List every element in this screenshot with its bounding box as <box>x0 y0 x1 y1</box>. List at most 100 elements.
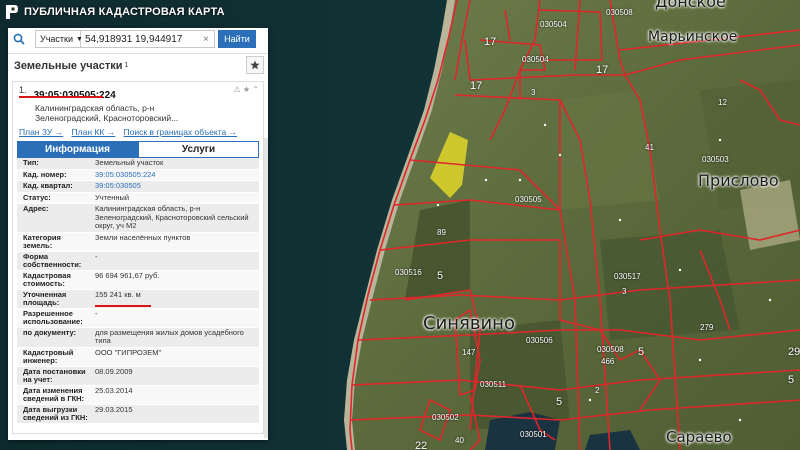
property-key: Статус: <box>23 192 51 202</box>
link-plan-kk[interactable]: План КК → <box>72 127 116 137</box>
panel-scrollbar[interactable] <box>264 138 268 438</box>
property-row: Тип: Земельный участок <box>17 158 259 170</box>
parcel-number: 22 <box>415 440 428 450</box>
favorite-button[interactable] <box>246 56 264 74</box>
property-row: Категория земель: Земли населённых пункто… <box>17 232 259 252</box>
result-address-line: Зеленоградский, Красноторовский... <box>35 113 179 123</box>
tab-services[interactable]: Услуги <box>138 141 259 158</box>
star-icon[interactable]: ★ <box>243 85 250 94</box>
parcel-number: 3 <box>622 287 627 296</box>
result-header[interactable]: 1. 39:05:030505:224 ⚠ ★ ⌃ Калининградска… <box>13 85 263 123</box>
property-row: Кад. номер: 39:05:030505:224 <box>17 169 259 181</box>
parcel-number: 466 <box>601 357 615 366</box>
result-address: Калининградская область, р-н Зеленоградс… <box>19 103 257 123</box>
quarter-code: 030502 <box>432 413 459 422</box>
search-button[interactable]: Найти <box>218 30 256 48</box>
parcel-number: 40 <box>455 436 464 445</box>
parcel-number: 17 <box>484 36 497 48</box>
search-icon[interactable] <box>8 28 30 50</box>
property-key: Дата изменения сведений в ГКН: <box>23 385 85 403</box>
property-row: Дата выгрузки сведений из ГКН: 29.03.2015 <box>17 404 259 424</box>
parcel-number: 5 <box>437 270 444 282</box>
place-label-sinyavino: Синявино <box>423 313 515 334</box>
property-key: Разрешенное использование: <box>23 308 83 326</box>
parcel-number: 5 <box>638 346 645 358</box>
property-key: Уточненная площадь: <box>23 289 67 307</box>
search-panel: Участки ▼ × Найти Земельные участки 1 1.… <box>8 28 268 440</box>
property-value: 96 694 961,67 руб. <box>95 270 160 280</box>
quarter-code: 030501 <box>520 430 547 439</box>
property-row: Кадастровый инженер: ООО "ГИПРОЗЕМ" <box>17 347 259 367</box>
property-key: по документу: <box>23 327 77 337</box>
parcel-number: 41 <box>645 143 654 152</box>
parcel-number: 2 <box>595 386 600 395</box>
quarter-code: 030517 <box>614 272 641 281</box>
parcel-number: 12 <box>718 98 727 107</box>
result-links: План ЗУ → План КК → Поиск в границах объ… <box>13 123 263 139</box>
cadastral-number-link[interactable]: 39:05:030505:224 <box>91 170 259 181</box>
property-key: Адрес: <box>23 204 49 213</box>
property-value: 29.03.2015 <box>95 404 133 414</box>
property-value: для размещения жилых домов усадебного ти… <box>95 327 244 345</box>
warning-icon[interactable]: ⚠ <box>233 85 240 94</box>
parcel-number: 147 <box>462 348 476 357</box>
property-key: Кадастровый инженер: <box>23 347 74 365</box>
property-row: Разрешенное использование: - <box>17 308 259 328</box>
property-key: Кад. номер: <box>23 169 67 179</box>
property-row: Статус: Учтенный <box>17 192 259 204</box>
parcel-number: 5 <box>788 374 795 386</box>
property-row: Форма собственности: - <box>17 251 259 271</box>
property-row: Адрес: Калининградская область, р-н Зелен… <box>17 204 259 233</box>
tabs: Информация Услуги <box>17 141 259 158</box>
quarter-code: 030504 <box>540 20 567 29</box>
quarter-code: 030505 <box>515 195 542 204</box>
link-search-in-bounds[interactable]: Поиск в границах объекта → <box>124 127 238 137</box>
parcel-number: 5 <box>556 396 563 408</box>
property-row: Дата изменения сведений в ГКН: 25.03.2014 <box>17 385 259 405</box>
property-value: Учтенный <box>95 192 130 202</box>
quarter-code: 030508 <box>597 345 624 354</box>
property-key: Дата постановки на учет: <box>23 366 86 384</box>
property-value: ООО "ГИПРОЗЕМ" <box>95 347 162 357</box>
parcel-number: 89 <box>437 228 446 237</box>
parcel-number: 29 <box>788 346 800 358</box>
result-index: 1. <box>19 85 27 95</box>
property-value: - <box>95 308 98 318</box>
property-value: Земельный участок <box>95 158 164 167</box>
parcel-number: 279 <box>700 323 714 332</box>
property-row: Кад. квартал: 39:05:030505 <box>17 181 259 193</box>
cadastral-quarter-link[interactable]: 39:05:030505 <box>91 181 259 192</box>
property-row: Дата постановки на учет: 08.09.2009 <box>17 366 259 386</box>
place-label-maryinskoe: Марьинское <box>648 29 738 45</box>
property-key: Дата выгрузки сведений из ГКН: <box>23 404 88 422</box>
property-table: Тип: Земельный участок Кад. номер: 39:05:0… <box>17 158 259 424</box>
red-underline-annotation <box>19 96 103 98</box>
rosreestr-logo-icon[interactable] <box>6 5 18 19</box>
place-label-saraevo: Сараево <box>666 428 732 446</box>
parcel-number: 17 <box>470 80 483 92</box>
property-key: Кад. квартал: <box>23 181 73 190</box>
search-type-select[interactable]: Участки ▼ <box>35 30 83 48</box>
property-value: Земли населённых пунктов <box>95 232 191 242</box>
link-plan-zu[interactable]: План ЗУ → <box>19 127 63 137</box>
search-input[interactable] <box>81 30 215 48</box>
property-key: Категория земель: <box>23 232 61 250</box>
search-row: Участки ▼ × Найти <box>8 28 268 50</box>
property-value: 08.09.2009 <box>95 366 133 376</box>
chevron-up-icon[interactable]: ⌃ <box>252 85 259 94</box>
clear-icon[interactable]: × <box>203 30 213 48</box>
section-header: Земельные участки 1 <box>8 53 268 77</box>
place-label-donskoe: Донское <box>655 0 726 11</box>
tab-info[interactable]: Информация <box>17 141 138 158</box>
result-tools: ⚠ ★ ⌃ <box>233 85 259 94</box>
quarter-code: 030511 <box>480 380 507 389</box>
property-row: по документу: для размещения жилых домов … <box>17 327 259 348</box>
app-title: ПУБЛИЧНАЯ КАДАСТРОВАЯ КАРТА <box>24 6 225 18</box>
quarter-code: 030504 <box>522 55 549 64</box>
app-header: ПУБЛИЧНАЯ КАДАСТРОВАЯ КАРТА <box>0 0 300 24</box>
section-title: Земельные участки <box>14 59 123 72</box>
quarter-code: 030503 <box>702 155 729 164</box>
property-key: Кадастровая стоимость: <box>23 270 71 288</box>
result-card: 1. 39:05:030505:224 ⚠ ★ ⌃ Калининградска… <box>12 81 264 434</box>
search-type-label: Участки <box>40 34 73 44</box>
